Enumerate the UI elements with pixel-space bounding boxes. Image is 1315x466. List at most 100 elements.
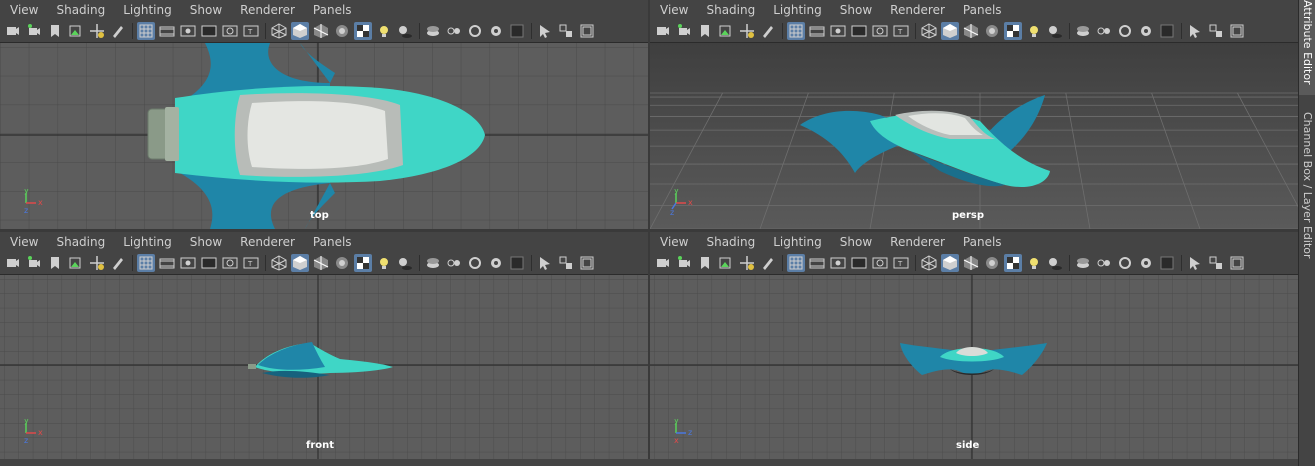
menu-renderer[interactable]: Renderer <box>230 0 303 20</box>
bookmark-icon[interactable] <box>696 22 714 40</box>
film-gate-icon[interactable] <box>808 22 826 40</box>
wireframe-on-shaded-icon[interactable] <box>312 22 330 40</box>
layout-icon[interactable] <box>1207 254 1225 272</box>
field-chart-icon[interactable] <box>871 254 889 272</box>
ambient-occlusion-icon[interactable] <box>466 22 484 40</box>
camera-select-icon[interactable] <box>654 254 672 272</box>
resolution-gate-icon[interactable] <box>829 22 847 40</box>
grid-icon[interactable] <box>137 22 155 40</box>
2d-pan-zoom-icon[interactable] <box>88 22 106 40</box>
shadows-icon[interactable] <box>1046 254 1064 272</box>
menu-shading[interactable]: Shading <box>46 232 113 252</box>
xray-icon[interactable] <box>983 254 1001 272</box>
camera-attributes-icon[interactable] <box>675 254 693 272</box>
field-chart-icon[interactable] <box>871 22 889 40</box>
film-gate-icon[interactable] <box>158 22 176 40</box>
wireframe-icon[interactable] <box>920 254 938 272</box>
shadows-icon[interactable] <box>1046 22 1064 40</box>
grease-pencil-icon[interactable] <box>759 254 777 272</box>
viewport-canvas[interactable] <box>0 43 648 229</box>
xray-joints-icon[interactable] <box>1095 254 1113 272</box>
2d-pan-zoom-icon[interactable] <box>738 22 756 40</box>
textures-icon[interactable] <box>354 254 372 272</box>
menu-view[interactable]: View <box>650 232 696 252</box>
image-plane-icon[interactable] <box>717 254 735 272</box>
menu-show[interactable]: Show <box>180 0 230 20</box>
smooth-shade-icon[interactable] <box>941 22 959 40</box>
grease-pencil-icon[interactable] <box>109 254 127 272</box>
menu-shading[interactable]: Shading <box>46 0 113 20</box>
isolate-select-icon[interactable] <box>424 22 442 40</box>
resolution-gate-icon[interactable] <box>829 254 847 272</box>
menu-renderer[interactable]: Renderer <box>880 0 953 20</box>
grease-pencil-icon[interactable] <box>759 22 777 40</box>
exposure-icon[interactable] <box>1228 22 1246 40</box>
shadows-icon[interactable] <box>396 22 414 40</box>
antialiasing-icon[interactable] <box>487 22 505 40</box>
tab-attribute-editor[interactable]: Attribute Editor <box>1299 0 1315 95</box>
menu-renderer[interactable]: Renderer <box>880 232 953 252</box>
menu-panels[interactable]: Panels <box>303 232 360 252</box>
viewport-front[interactable]: View Shading Lighting Show Renderer Pane… <box>0 232 648 459</box>
menu-show[interactable]: Show <box>830 0 880 20</box>
ambient-occlusion-icon[interactable] <box>466 254 484 272</box>
menu-renderer[interactable]: Renderer <box>230 232 303 252</box>
menu-panels[interactable]: Panels <box>953 232 1010 252</box>
viewport-canvas[interactable] <box>650 275 1298 459</box>
image-plane-icon[interactable] <box>67 254 85 272</box>
depth-of-field-icon[interactable] <box>508 254 526 272</box>
smooth-shade-icon[interactable] <box>291 254 309 272</box>
camera-attributes-icon[interactable] <box>675 22 693 40</box>
menu-lighting[interactable]: Lighting <box>113 0 180 20</box>
wireframe-icon[interactable] <box>270 254 288 272</box>
menu-lighting[interactable]: Lighting <box>763 232 830 252</box>
isolate-select-icon[interactable] <box>1074 22 1092 40</box>
grid-icon[interactable] <box>787 22 805 40</box>
safe-title-icon[interactable]: T <box>892 254 910 272</box>
select-camera-icon[interactable] <box>536 254 554 272</box>
camera-select-icon[interactable] <box>4 254 22 272</box>
safe-title-icon[interactable]: T <box>892 22 910 40</box>
xray-icon[interactable] <box>333 254 351 272</box>
grease-pencil-icon[interactable] <box>109 22 127 40</box>
layout-icon[interactable] <box>1207 22 1225 40</box>
resolution-gate-icon[interactable] <box>179 254 197 272</box>
gate-mask-icon[interactable] <box>200 22 218 40</box>
viewport-persp[interactable]: View Shading Lighting Show Renderer Pane… <box>650 0 1298 229</box>
viewport-canvas[interactable] <box>650 43 1298 229</box>
lights-icon[interactable] <box>1025 22 1043 40</box>
menu-view[interactable]: View <box>0 232 46 252</box>
antialiasing-icon[interactable] <box>1137 254 1155 272</box>
2d-pan-zoom-icon[interactable] <box>88 254 106 272</box>
menu-shading[interactable]: Shading <box>696 232 763 252</box>
textures-icon[interactable] <box>1004 22 1022 40</box>
image-plane-icon[interactable] <box>67 22 85 40</box>
menu-view[interactable]: View <box>650 0 696 20</box>
xray-joints-icon[interactable] <box>445 254 463 272</box>
wireframe-icon[interactable] <box>920 22 938 40</box>
xray-joints-icon[interactable] <box>445 22 463 40</box>
grid-icon[interactable] <box>137 254 155 272</box>
exposure-icon[interactable] <box>578 22 596 40</box>
exposure-icon[interactable] <box>1228 254 1246 272</box>
lights-icon[interactable] <box>1025 254 1043 272</box>
viewport-canvas[interactable] <box>0 275 648 459</box>
bookmark-icon[interactable] <box>696 254 714 272</box>
wireframe-icon[interactable] <box>270 22 288 40</box>
isolate-select-icon[interactable] <box>424 254 442 272</box>
antialiasing-icon[interactable] <box>487 254 505 272</box>
tab-channel-box[interactable]: Channel Box / Layer Editor <box>1299 112 1315 262</box>
wireframe-on-shaded-icon[interactable] <box>312 254 330 272</box>
menu-view[interactable]: View <box>0 0 46 20</box>
depth-of-field-icon[interactable] <box>1158 22 1176 40</box>
select-camera-icon[interactable] <box>536 22 554 40</box>
textures-icon[interactable] <box>1004 254 1022 272</box>
menu-shading[interactable]: Shading <box>696 0 763 20</box>
viewport-top[interactable]: View Shading Lighting Show Renderer Pane… <box>0 0 648 229</box>
camera-select-icon[interactable] <box>4 22 22 40</box>
menu-show[interactable]: Show <box>830 232 880 252</box>
2d-pan-zoom-icon[interactable] <box>738 254 756 272</box>
shadows-icon[interactable] <box>396 254 414 272</box>
menu-panels[interactable]: Panels <box>303 0 360 20</box>
textures-icon[interactable] <box>354 22 372 40</box>
